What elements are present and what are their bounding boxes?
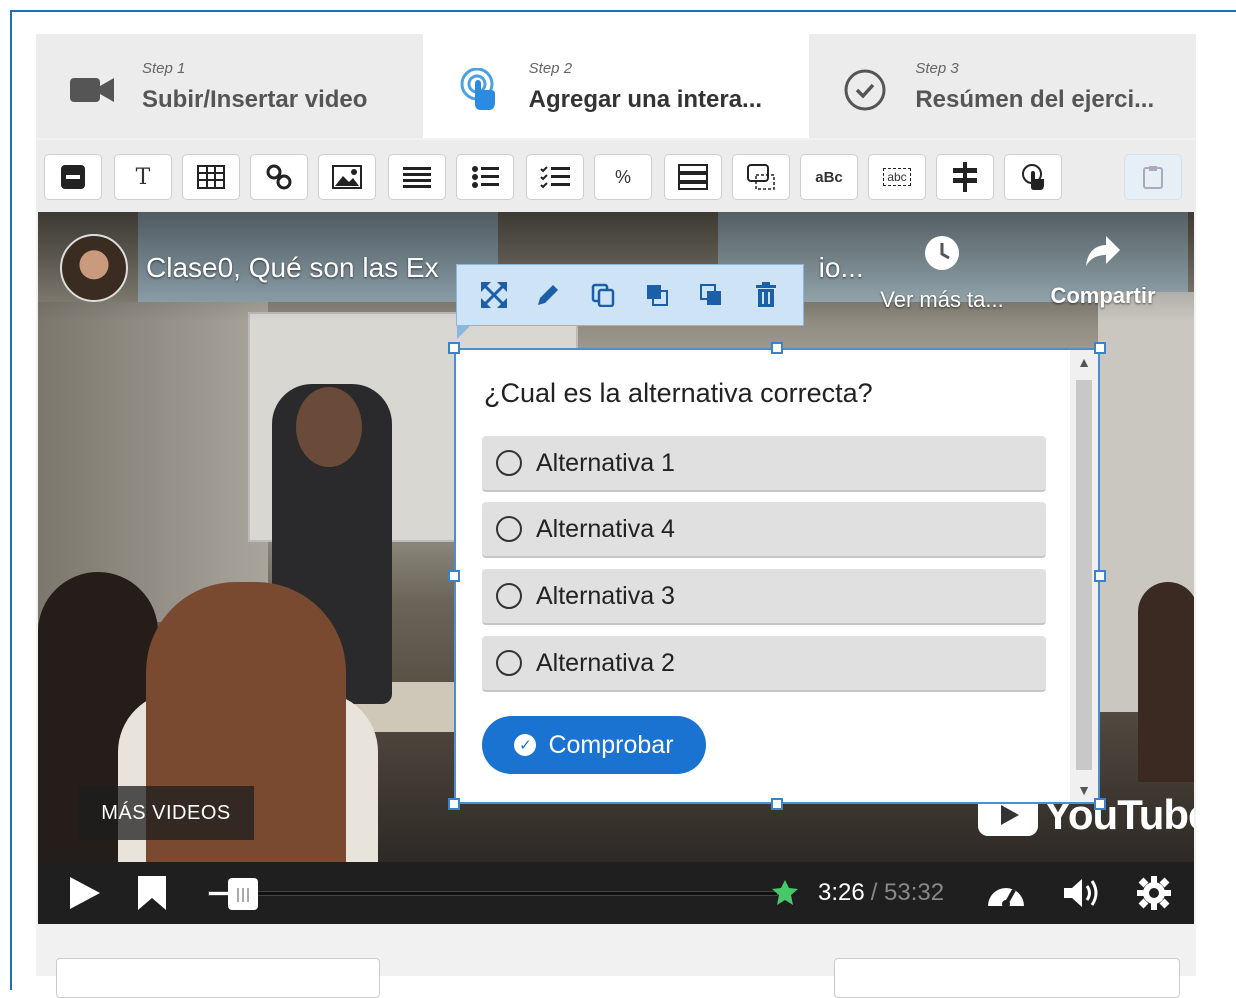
- question-text: ¿Cual es la alternativa correcta?: [484, 378, 873, 408]
- next-button[interactable]: [834, 958, 1180, 998]
- scroll-up-icon[interactable]: ▲: [1074, 354, 1094, 370]
- step-1-tab[interactable]: Step 1 Subir/Insertar video: [36, 34, 423, 138]
- video-scene-wall: [38, 302, 268, 622]
- resize-handle[interactable]: [1094, 342, 1106, 354]
- resize-handle[interactable]: [448, 798, 460, 810]
- answer-option-3[interactable]: Alternativa 3: [482, 569, 1046, 625]
- playback-speed-icon[interactable]: [984, 862, 1028, 924]
- bring-forward-icon[interactable]: [642, 280, 672, 310]
- touch-pointer-icon: [457, 68, 501, 112]
- send-backward-icon[interactable]: [696, 280, 726, 310]
- step-3-label: Step 3: [915, 60, 959, 77]
- text-list-icon[interactable]: [388, 154, 446, 200]
- paste-icon[interactable]: [1124, 154, 1182, 200]
- bookmark-icon[interactable]: [130, 862, 174, 924]
- resize-handle[interactable]: [448, 342, 460, 354]
- settings-gear-icon[interactable]: [1132, 862, 1176, 924]
- minimize-icon[interactable]: [44, 154, 102, 200]
- resize-handle[interactable]: [771, 342, 783, 354]
- fullscreen-icon[interactable]: [479, 280, 509, 310]
- answer-label: Alternativa 1: [536, 448, 675, 477]
- element-toolbar: [456, 264, 804, 339]
- channel-avatar[interactable]: [60, 234, 128, 302]
- step-3-tab[interactable]: Step 3 Resúmen del ejerci...: [809, 34, 1197, 138]
- drag-words-icon[interactable]: abc: [868, 154, 926, 200]
- step-2-tab[interactable]: Step 2 Agregar una intera...: [422, 34, 810, 138]
- share-icon: [1038, 234, 1168, 273]
- play-icon[interactable]: [60, 862, 110, 924]
- fill-blanks-icon[interactable]: aBc: [800, 154, 858, 200]
- step-1-title: Subir/Insertar video: [142, 86, 368, 113]
- answer-option-1[interactable]: Alternativa 1: [482, 436, 1046, 492]
- time-display: 3:26/ 53:32: [818, 862, 944, 924]
- check-circle-icon: [843, 68, 887, 112]
- radio-icon[interactable]: [496, 450, 522, 476]
- watch-later-label: Ver más ta...: [880, 287, 1004, 312]
- step-1-label: Step 1: [142, 60, 186, 77]
- percent-glyph: %: [614, 166, 631, 187]
- video-scene-student: [1138, 582, 1194, 782]
- step-2-label: Step 2: [528, 60, 573, 77]
- radio-icon[interactable]: [496, 650, 522, 676]
- check-answer-label: Comprobar: [548, 730, 674, 759]
- interactive-pointer-icon[interactable]: [1004, 154, 1062, 200]
- share-button[interactable]: Compartir: [1038, 234, 1168, 309]
- text-glyph: T: [135, 164, 151, 190]
- multiple-choice-icon[interactable]: [456, 154, 514, 200]
- answer-label: Alternativa 3: [536, 581, 675, 610]
- scroll-down-icon[interactable]: ▼: [1074, 782, 1094, 798]
- share-label: Compartir: [1050, 283, 1156, 308]
- resize-handle[interactable]: [771, 798, 783, 810]
- image-icon[interactable]: [318, 154, 376, 200]
- seek-bar[interactable]: [208, 891, 778, 896]
- answer-option-2[interactable]: Alternativa 4: [482, 502, 1046, 558]
- check-circle-icon: ✓: [514, 734, 537, 756]
- scrollbar-thumb[interactable]: [1076, 380, 1092, 770]
- answer-option-4[interactable]: Alternativa 2: [482, 636, 1046, 692]
- drag-text-icon[interactable]: [664, 154, 722, 200]
- radio-icon[interactable]: [496, 583, 522, 609]
- video-controls: 3:26/ 53:32: [38, 862, 1194, 924]
- more-videos-button[interactable]: MÁS VIDEOS: [78, 786, 254, 840]
- resize-handle[interactable]: [448, 570, 460, 582]
- current-time: 3:26: [818, 879, 865, 906]
- more-videos-label: MÁS VIDEOS: [101, 801, 231, 824]
- delete-trash-icon[interactable]: [751, 280, 781, 310]
- navigation-icon[interactable]: [936, 154, 994, 200]
- checklist-icon[interactable]: [526, 154, 584, 200]
- interaction-toolbar: T % aBc abc: [36, 140, 1196, 212]
- back-button[interactable]: [56, 958, 380, 998]
- check-answer-button[interactable]: ✓ Comprobar: [482, 716, 706, 774]
- percent-icon[interactable]: %: [594, 154, 652, 200]
- text-icon[interactable]: T: [114, 154, 172, 200]
- edit-pencil-icon[interactable]: [533, 280, 563, 310]
- duration: / 53:32: [870, 879, 945, 906]
- clock-icon: [872, 234, 1012, 277]
- multiple-choice-interaction[interactable]: ¿Cual es la alternativa correcta? Altern…: [454, 348, 1100, 804]
- resize-handle[interactable]: [1094, 570, 1106, 582]
- video-title-text: Clase0, Qué son las Ex: [146, 252, 439, 283]
- radio-icon[interactable]: [496, 516, 522, 542]
- hotspot-icon[interactable]: [732, 154, 790, 200]
- step-3-title: Resúmen del ejerci...: [915, 86, 1155, 113]
- copy-icon[interactable]: [588, 280, 618, 310]
- interaction-marker-icon[interactable]: [770, 862, 800, 924]
- video-scene-teacher-head: [296, 387, 362, 467]
- link-icon[interactable]: [250, 154, 308, 200]
- answer-label: Alternativa 2: [536, 648, 675, 677]
- table-icon[interactable]: [182, 154, 240, 200]
- step-2-title: Agregar una intera...: [528, 86, 763, 113]
- step-wizard: Step 1 Subir/Insertar video Step 2 Agreg…: [36, 34, 1197, 138]
- drag-words-glyph: abc: [883, 168, 911, 186]
- seek-handle[interactable]: [228, 878, 259, 910]
- watch-later-button[interactable]: Ver más ta...: [872, 234, 1012, 313]
- answer-label: Alternativa 4: [536, 514, 675, 543]
- fill-blanks-glyph: aBc: [815, 168, 843, 186]
- video-camera-icon: [70, 68, 114, 112]
- volume-icon[interactable]: [1060, 862, 1104, 924]
- resize-handle[interactable]: [1094, 798, 1106, 810]
- video-title-tail: io...: [818, 252, 864, 283]
